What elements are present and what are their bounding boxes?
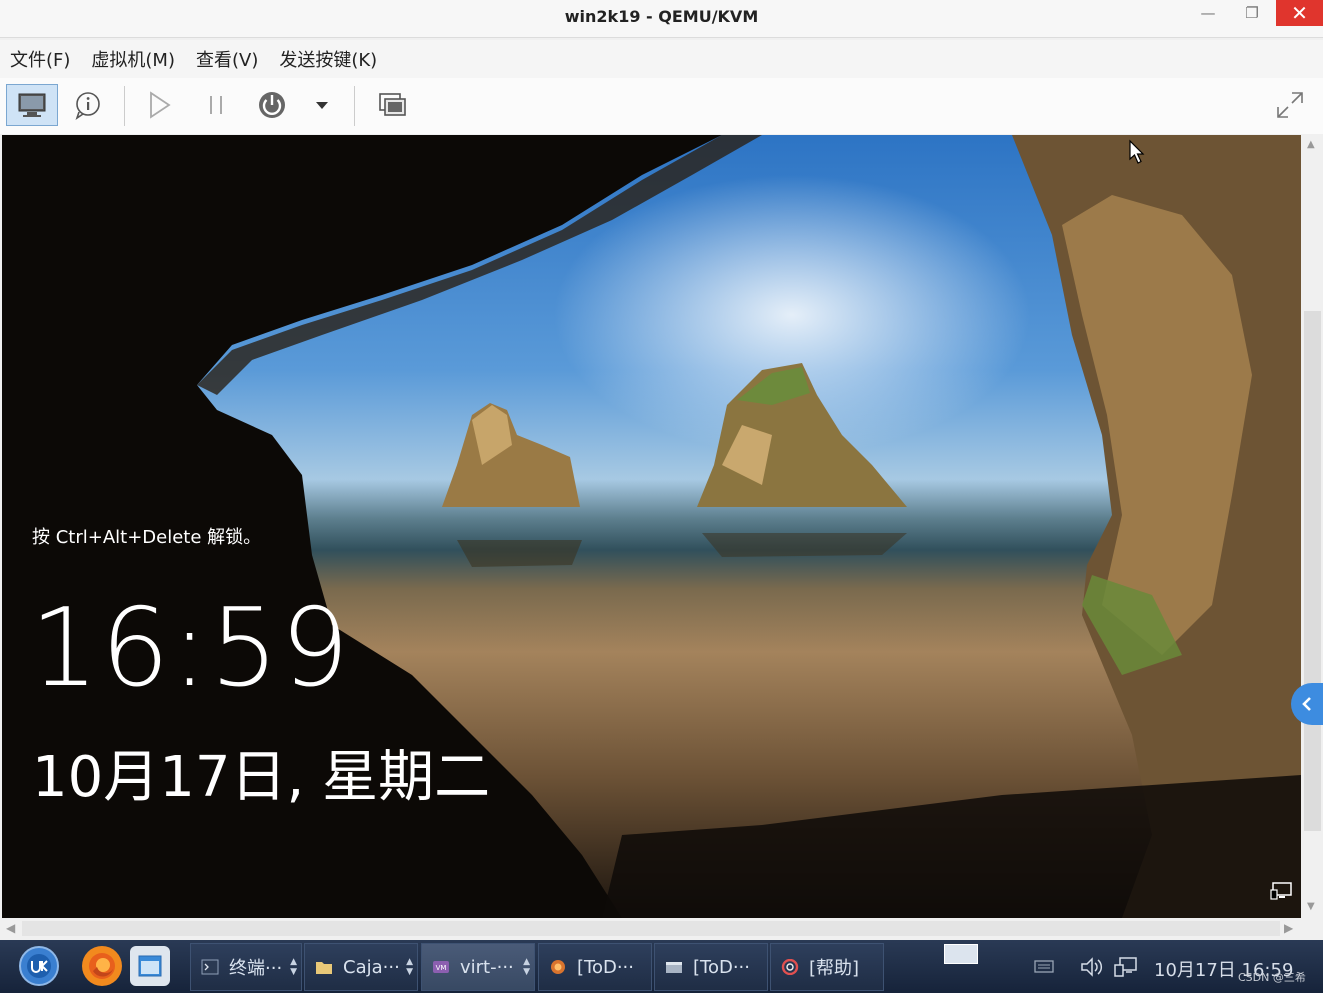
maximize-button[interactable]: ❐	[1230, 0, 1274, 26]
pause-icon	[210, 96, 222, 114]
details-button[interactable]	[66, 84, 110, 126]
vertical-scroll-thumb[interactable]	[1304, 311, 1321, 831]
taskbar: 终端··· ▲ ▼ Caja··· ▲ ▼ VM virt-··· ▲ ▼ [ToD·…	[0, 940, 1323, 993]
console-button[interactable]	[6, 84, 58, 126]
chevron-left-icon	[1302, 697, 1311, 711]
file-manager-launcher[interactable]	[130, 946, 170, 986]
minimize-button[interactable]: —	[1186, 0, 1230, 26]
svg-text:VM: VM	[436, 964, 447, 972]
taskbar-button-label: [ToD···	[693, 956, 750, 978]
updown-arrow-icon: ▲ ▼	[523, 957, 530, 977]
taskbar-button-todo-1[interactable]: [ToD···	[538, 943, 652, 991]
vertical-scrollbar[interactable]: ▲ ▼	[1302, 135, 1323, 918]
lockscreen-time: 16:59	[30, 586, 352, 711]
watermark: CSDN @三希	[1238, 971, 1306, 984]
taskbar-button-help[interactable]: [帮助]	[770, 943, 884, 991]
mouse-cursor-icon	[1129, 139, 1145, 164]
monitor-icon	[18, 93, 46, 117]
menu-bar: 文件(F) 虚拟机(M) 查看(V) 发送按键(K)	[0, 40, 1323, 78]
pause-button[interactable]	[194, 84, 238, 126]
taskbar-button-todo-2[interactable]: [ToD···	[654, 943, 768, 991]
taskbar-button-label: Caja···	[343, 956, 400, 978]
dropdown-arrow-icon	[316, 102, 328, 109]
virt-manager-icon: VM	[433, 961, 449, 973]
window-icon	[666, 962, 682, 973]
horizontal-scrollbar[interactable]: ◀ ▶	[0, 918, 1302, 940]
power-icon	[259, 92, 285, 118]
menu-vm[interactable]: 虚拟机(M)	[91, 46, 175, 72]
toolbar	[0, 78, 1323, 134]
scroll-right-arrow-icon[interactable]: ▶	[1284, 921, 1293, 935]
firefox-launcher[interactable]	[82, 946, 122, 986]
workspace-switcher[interactable]	[944, 944, 978, 964]
info-icon	[75, 92, 100, 120]
toolbar-separator	[354, 86, 355, 126]
window-manager-icon	[138, 955, 162, 977]
taskbar-button-label: [ToD···	[577, 956, 634, 978]
horizontal-scroll-thumb[interactable]	[22, 921, 1280, 936]
close-button[interactable]: ✕	[1276, 0, 1323, 26]
help-icon	[781, 959, 799, 975]
vm-display[interactable]: 按 Ctrl+Alt+Delete 解锁。 16:59 10月17日, 星期二	[2, 135, 1301, 918]
menu-file[interactable]: 文件(F)	[10, 46, 70, 72]
shutdown-button[interactable]	[250, 84, 294, 126]
taskbar-button-caja[interactable]: Caja··· ▲ ▼	[304, 943, 418, 991]
keyboard-icon[interactable]	[1034, 958, 1054, 974]
taskbar-button-label: [帮助]	[809, 958, 860, 979]
network-icon[interactable]	[1270, 881, 1294, 901]
firefox-small-icon	[551, 960, 565, 974]
screenshot-icon	[379, 93, 406, 116]
taskbar-button-label: virt-···	[460, 956, 514, 978]
taskbar-button-label: 终端···	[229, 958, 283, 979]
updown-arrow-icon: ▲ ▼	[406, 957, 413, 977]
run-button[interactable]	[138, 84, 182, 126]
unlock-hint: 按 Ctrl+Alt+Delete 解锁。	[32, 527, 262, 548]
taskbar-button-virt-manager[interactable]: VM virt-··· ▲ ▼	[421, 943, 535, 991]
window-title: win2k19 - QEMU/KVM	[564, 7, 759, 26]
fullscreen-icon	[1277, 92, 1303, 118]
play-icon	[150, 91, 171, 119]
folder-icon	[316, 962, 332, 974]
scroll-down-arrow-icon[interactable]: ▼	[1307, 901, 1315, 912]
updown-arrow-icon: ▲ ▼	[290, 957, 297, 977]
start-menu-button[interactable]	[19, 946, 59, 986]
taskbar-button-terminal[interactable]: 终端··· ▲ ▼	[190, 943, 302, 991]
shutdown-menu-button[interactable]	[300, 84, 344, 126]
snapshot-button[interactable]	[370, 84, 414, 126]
terminal-icon	[201, 959, 219, 975]
scroll-left-arrow-icon[interactable]: ◀	[6, 921, 15, 935]
window-titlebar: win2k19 - QEMU/KVM — ❐ ✕	[0, 0, 1323, 38]
ukui-logo-icon	[27, 954, 51, 978]
firefox-icon	[89, 953, 115, 979]
network-tray-icon[interactable]	[1114, 956, 1138, 978]
menu-view[interactable]: 查看(V)	[196, 46, 258, 72]
volume-icon[interactable]	[1080, 956, 1104, 978]
scroll-up-arrow-icon[interactable]: ▲	[1307, 139, 1315, 150]
menu-send-key[interactable]: 发送按键(K)	[279, 46, 377, 72]
toolbar-separator	[124, 86, 125, 126]
fullscreen-button[interactable]	[1268, 84, 1312, 126]
lockscreen-date: 10月17日, 星期二	[32, 745, 491, 810]
